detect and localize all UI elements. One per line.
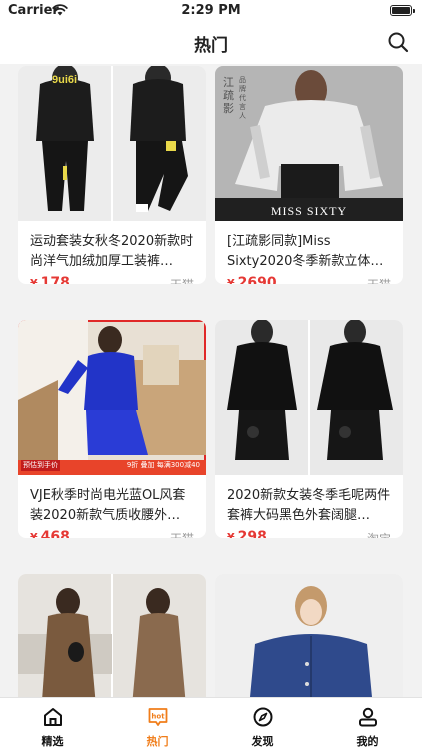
price-value: 178 <box>40 275 70 284</box>
tab-profile[interactable]: 我的 <box>315 698 420 750</box>
brand-logo-text: MISS SIXTY <box>270 204 348 218</box>
promo-left-text: 预估到手价 <box>21 460 60 471</box>
hoodie-print-text: 9ui6i <box>52 74 78 86</box>
tab-label: 发现 <box>251 735 274 748</box>
product-source: 天猫 <box>367 276 391 284</box>
price-value: 468 <box>40 529 70 538</box>
currency-symbol: ¥ <box>227 277 235 284</box>
product-card[interactable] <box>215 574 403 697</box>
tab-label: 精选 <box>41 735 64 748</box>
hot-icon: hot <box>148 708 168 726</box>
brand-side-small-text: 品牌代言人 <box>239 76 246 120</box>
product-source: 天猫 <box>170 530 194 538</box>
tab-discover[interactable]: 发现 <box>210 698 315 750</box>
product-image: 江疏影 品牌代言人 MISS SIXTY <box>215 66 403 221</box>
home-icon <box>44 708 62 726</box>
page-title: 热门 <box>194 36 228 56</box>
product-grid[interactable]: 9ui6i 运动套装女秋冬2020新款时尚洋气加绒加厚工装裤… ¥178 天猫 … <box>0 64 422 697</box>
battery-icon <box>390 5 415 16</box>
product-price: ¥178 <box>30 275 70 284</box>
product-image: 9ui6i <box>18 66 206 221</box>
currency-symbol: ¥ <box>30 277 38 284</box>
status-bar: Carrier 2:29 PM <box>0 0 422 22</box>
product-title: [江疏影同款]Miss Sixty2020冬季新款立体… <box>227 234 384 269</box>
tab-hot[interactable]: hot 热门 <box>105 698 210 750</box>
product-image: 预估到手价 9折 叠加 每满300减40 <box>18 320 206 475</box>
search-icon[interactable] <box>386 30 410 54</box>
compass-icon <box>253 707 273 727</box>
navigation-bar: 热门 <box>0 22 422 64</box>
product-title: 2020新款女装冬季毛呢两件套裤大码黑色外套阔腿… <box>227 488 391 523</box>
tab-label: 我的 <box>356 735 379 748</box>
product-image <box>18 574 206 697</box>
brand-side-text: 江疏影 <box>223 76 234 115</box>
currency-symbol: ¥ <box>30 531 38 538</box>
tab-bar: 精选 hot 热门 发现 我的 <box>0 697 422 750</box>
product-card[interactable]: 江疏影 品牌代言人 MISS SIXTY [江疏影同款]Miss Sixty20… <box>215 66 403 284</box>
product-price: ¥298 <box>227 529 267 538</box>
product-image <box>215 320 403 475</box>
product-title: VJE秋季时尚电光蓝OL风套装2020新款气质收腰外… <box>30 488 186 523</box>
product-price: ¥468 <box>30 529 70 538</box>
svg-text:hot: hot <box>151 713 165 721</box>
product-price: ¥2690 <box>227 275 277 284</box>
promo-right-text: 9折 叠加 每满300减40 <box>126 461 200 469</box>
tab-featured[interactable]: 精选 <box>0 698 105 750</box>
currency-symbol: ¥ <box>227 531 235 538</box>
status-time: 2:29 PM <box>181 3 241 18</box>
user-icon <box>359 707 377 727</box>
product-source: 淘宝 <box>367 530 391 538</box>
product-card[interactable] <box>18 574 206 697</box>
product-source: 天猫 <box>170 276 194 284</box>
product-card[interactable]: 9ui6i 运动套装女秋冬2020新款时尚洋气加绒加厚工装裤… ¥178 天猫 <box>18 66 206 284</box>
product-image <box>215 574 403 697</box>
product-card[interactable]: 2020新款女装冬季毛呢两件套裤大码黑色外套阔腿… ¥298 淘宝 <box>215 320 403 538</box>
product-title: 运动套装女秋冬2020新款时尚洋气加绒加厚工装裤… <box>30 234 194 269</box>
tab-label: 热门 <box>146 735 169 748</box>
price-value: 298 <box>237 529 267 538</box>
price-value: 2690 <box>237 275 277 284</box>
product-card[interactable]: 预估到手价 9折 叠加 每满300减40 VJE秋季时尚电光蓝OL风套装2020… <box>18 320 206 538</box>
